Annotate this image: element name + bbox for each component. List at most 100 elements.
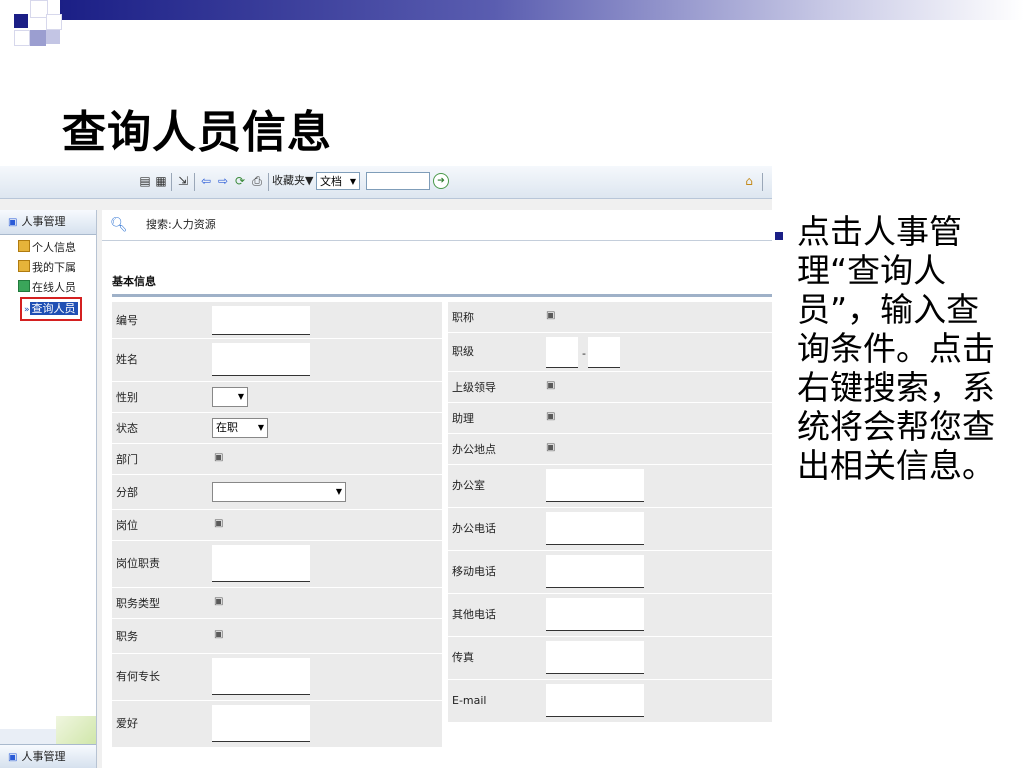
id-field[interactable]: [212, 306, 310, 335]
field-label: 办公地点: [452, 443, 496, 456]
magnifier-icon: 🔍︎: [110, 217, 128, 233]
picker-icon[interactable]: ▣: [546, 411, 555, 422]
search-input[interactable]: [366, 172, 430, 190]
form-row: 姓名: [112, 339, 442, 382]
rank-from-field[interactable]: [546, 337, 578, 368]
form-row: 其他电话: [448, 594, 772, 637]
office-phone-field[interactable]: [546, 512, 644, 545]
form-row: 有何专长: [112, 654, 442, 701]
section-title: 基本信息: [112, 270, 772, 297]
status-select[interactable]: 在职 ▼: [212, 418, 268, 438]
sidebar-item-search-person[interactable]: » 查询人员: [20, 297, 82, 321]
form-row: 职务 ▣: [112, 619, 442, 654]
header-gradient-bar: [60, 0, 1024, 20]
picker-icon[interactable]: ▣: [214, 518, 223, 529]
branch-select[interactable]: ▼: [212, 482, 346, 502]
field-label: 分部: [116, 486, 138, 499]
picker-icon[interactable]: ▣: [214, 629, 223, 640]
doc-type-value: 文档: [320, 175, 342, 188]
sidebar: ▣ 人事管理 个人信息 我的下属 在线人员 » 查询人员 ▣ 人事管理: [0, 210, 97, 768]
field-label: 职务: [116, 630, 138, 643]
office-field[interactable]: [546, 469, 644, 502]
toolbar-separator: [762, 173, 763, 191]
toolbar-separator: [268, 173, 269, 191]
hobby-field[interactable]: [212, 705, 310, 742]
picker-icon[interactable]: ▣: [546, 310, 555, 321]
field-label: 其他电话: [452, 608, 496, 621]
deco-square: [46, 30, 60, 44]
job-duty-field[interactable]: [212, 545, 310, 582]
sidebar-item-personal-info[interactable]: 个人信息: [18, 239, 76, 257]
toolbar-separator: [194, 173, 195, 191]
forward-arrow-icon[interactable]: ⇨: [216, 174, 230, 188]
folder-icon: ▣: [8, 752, 18, 763]
list-icon[interactable]: ▤: [138, 174, 152, 188]
mobile-phone-field[interactable]: [546, 555, 644, 588]
user-info-icon: [18, 240, 30, 252]
gender-select[interactable]: ▼: [212, 387, 248, 407]
form-row: 办公室: [448, 465, 772, 508]
online-icon: [18, 280, 30, 292]
sidebar-item-label: 查询人员: [29, 302, 78, 315]
sidebar-item-subordinates[interactable]: 我的下属: [18, 259, 76, 277]
other-phone-field[interactable]: [546, 598, 644, 631]
back-arrow-icon[interactable]: ⇦: [199, 174, 213, 188]
picker-icon[interactable]: ▣: [546, 442, 555, 453]
toolbar: ▤ ▦ ⇲ ⇦ ⇨ ⟳ ⎙ 收藏夹▼ 文档 ▼ ➔ ⌂: [0, 166, 772, 199]
exit-icon[interactable]: ⇲: [176, 174, 190, 188]
form-row: E-mail: [448, 680, 772, 723]
select-value: 在职: [216, 421, 238, 434]
sidebar-tree: 个人信息 我的下属 在线人员 » 查询人员: [0, 235, 96, 729]
deco-square: [46, 14, 62, 30]
name-field[interactable]: [212, 343, 310, 376]
field-label: E-mail: [452, 694, 487, 707]
list2-icon[interactable]: ▦: [154, 174, 168, 188]
slide-description: 点击人事管理“查询人员”，输入查询条件。点击右键搜索，系统将会帮您查出相关信息。: [797, 212, 995, 485]
form-row: 性别 ▼: [112, 382, 442, 413]
favorites-menu[interactable]: 收藏夹▼: [272, 173, 313, 189]
sidebar-item-label: 我的下属: [32, 261, 76, 274]
chevron-down-icon: ▼: [349, 177, 356, 186]
folder-icon: ▣: [8, 217, 18, 228]
home-icon[interactable]: ⌂: [742, 174, 756, 188]
chevron-down-icon: ▼: [237, 392, 244, 401]
sidebar-item-online[interactable]: 在线人员: [18, 279, 76, 297]
field-label: 编号: [116, 314, 138, 327]
fax-field[interactable]: [546, 641, 644, 674]
doc-type-select[interactable]: 文档 ▼: [316, 172, 360, 190]
bullet-marker: [775, 232, 783, 240]
form-row: 状态 在职 ▼: [112, 413, 442, 444]
slide-title: 查询人员信息: [62, 107, 332, 158]
picker-icon[interactable]: ▣: [214, 452, 223, 463]
field-label: 办公电话: [452, 522, 496, 535]
picker-icon[interactable]: ▣: [214, 596, 223, 607]
print-icon[interactable]: ⎙: [250, 174, 264, 188]
form-row: 爱好: [112, 701, 442, 748]
sidebar-footer-label: 人事管理: [21, 750, 66, 763]
field-label: 有何专长: [116, 670, 160, 683]
breadcrumb: 🔍︎ 搜索:人力资源: [102, 210, 772, 241]
decorative-image: [56, 716, 96, 746]
breadcrumb-label: 搜索:人力资源: [146, 218, 216, 231]
form-row: 职级 -: [448, 333, 772, 372]
search-person-icon: »: [24, 305, 30, 315]
refresh-icon[interactable]: ⟳: [233, 174, 247, 188]
field-label: 助理: [452, 412, 474, 425]
form-row: 移动电话: [448, 551, 772, 594]
main-content: 🔍︎ 搜索:人力资源 基本信息 编号 姓名 性别 ▼ 状态 在职 ▼ 部门 ▣ …: [102, 210, 772, 768]
go-button[interactable]: ➔: [433, 173, 449, 189]
sidebar-header[interactable]: ▣ 人事管理: [0, 210, 96, 235]
email-field[interactable]: [546, 684, 644, 717]
form-row: 职称 ▣: [448, 302, 772, 333]
field-label: 姓名: [116, 353, 138, 366]
rank-to-field[interactable]: [588, 337, 620, 368]
sidebar-footer[interactable]: ▣ 人事管理: [0, 744, 96, 768]
range-separator: -: [582, 347, 586, 360]
field-label: 上级领导: [452, 381, 496, 394]
deco-square: [14, 14, 28, 28]
picker-icon[interactable]: ▣: [546, 380, 555, 391]
field-label: 职务类型: [116, 597, 160, 610]
sidebar-item-label: 在线人员: [32, 281, 76, 294]
field-label: 移动电话: [452, 565, 496, 578]
specialty-field[interactable]: [212, 658, 310, 695]
